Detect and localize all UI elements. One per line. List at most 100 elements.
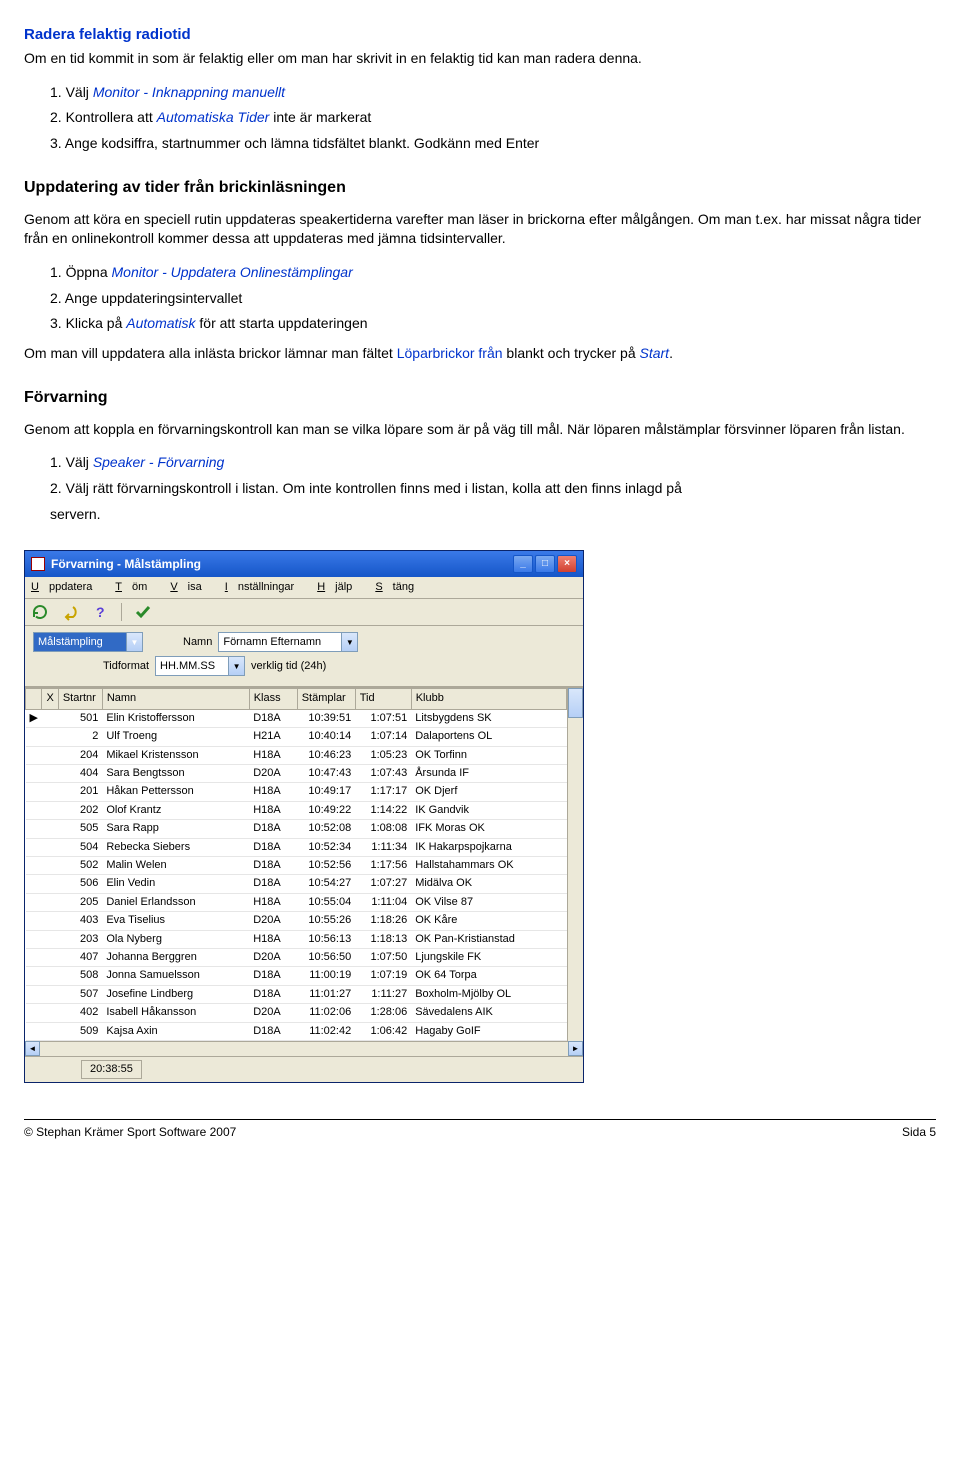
t: Om man vill uppdatera alla inlästa brick… bbox=[24, 345, 397, 361]
help-icon[interactable]: ? bbox=[91, 603, 109, 621]
table-row[interactable]: 504Rebecka SiebersD18A10:52:341:11:34IK … bbox=[26, 838, 567, 856]
link-speaker-forvarning: Speaker - Förvarning bbox=[93, 454, 225, 470]
cell-startnr: 201 bbox=[58, 783, 102, 801]
cell-klubb: Boxholm-Mjölby OL bbox=[411, 985, 567, 1003]
th-tid[interactable]: Tid bbox=[355, 689, 411, 709]
cell-namn: Elin Vedin bbox=[102, 875, 249, 893]
table-row[interactable]: 2Ulf TroengH21A10:40:141:07:14Dalaporten… bbox=[26, 728, 567, 746]
table-row[interactable]: 509Kajsa AxinD18A11:02:421:06:42Hagaby G… bbox=[26, 1022, 567, 1040]
scroll-right-icon[interactable]: ► bbox=[568, 1041, 583, 1056]
maximize-button[interactable]: □ bbox=[535, 555, 555, 573]
row-marker bbox=[26, 801, 42, 819]
list3-item1: 1. Välj Speaker - Förvarning bbox=[50, 453, 936, 473]
cell-namn: Mikael Kristensson bbox=[102, 746, 249, 764]
heading-uppdatering: Uppdatering av tider från brickinläsning… bbox=[24, 177, 936, 199]
menu-installningar[interactable]: Inställningar bbox=[225, 581, 304, 593]
table-row[interactable]: 402Isabell HåkanssonD20A11:02:061:28:06S… bbox=[26, 1004, 567, 1022]
th-klass[interactable]: Klass bbox=[249, 689, 297, 709]
cell-klass: D18A bbox=[249, 820, 297, 838]
form-area: Målstämpling▼ Namn Förnamn Efternamn▼ Ti… bbox=[25, 626, 583, 687]
cell-klass: D18A bbox=[249, 709, 297, 727]
table-row[interactable]: 508Jonna SamuelssonD18A11:00:191:07:19OK… bbox=[26, 967, 567, 985]
combo-namn[interactable]: Förnamn Efternamn▼ bbox=[218, 632, 358, 652]
refresh-icon[interactable] bbox=[31, 603, 49, 621]
row-marker bbox=[26, 1004, 42, 1022]
list3-item3: servern. bbox=[50, 505, 936, 525]
th-namn[interactable]: Namn bbox=[102, 689, 249, 709]
combo-tidformat[interactable]: HH.MM.SS▼ bbox=[155, 656, 245, 676]
cell-klubb: Ljungskile FK bbox=[411, 948, 567, 966]
undo-icon[interactable] bbox=[61, 603, 79, 621]
scroll-thumb[interactable] bbox=[568, 688, 583, 718]
cell-klubb: OK Djerf bbox=[411, 783, 567, 801]
cell-x bbox=[42, 967, 58, 985]
th-stamplar[interactable]: Stämplar bbox=[297, 689, 355, 709]
cell-tid: 1:07:51 bbox=[355, 709, 411, 727]
table-row[interactable]: 506Elin VedinD18A10:54:271:07:27Midälva … bbox=[26, 875, 567, 893]
horizontal-scrollbar[interactable]: ◄ ► bbox=[25, 1041, 583, 1056]
cell-tid: 1:07:43 bbox=[355, 765, 411, 783]
cell-klass: D18A bbox=[249, 967, 297, 985]
cell-x bbox=[42, 709, 58, 727]
menu-hjalp[interactable]: Hjälp bbox=[317, 581, 362, 593]
table-row[interactable]: 201Håkan PetterssonH18A10:49:171:17:17OK… bbox=[26, 783, 567, 801]
table-row[interactable]: 202Olof KrantzH18A10:49:221:14:22IK Gand… bbox=[26, 801, 567, 819]
scroll-left-icon[interactable]: ◄ bbox=[25, 1041, 40, 1056]
cell-startnr: 507 bbox=[58, 985, 102, 1003]
cell-startnr: 205 bbox=[58, 893, 102, 911]
table-row[interactable]: 403Eva TiseliusD20A10:55:261:18:26OK Kår… bbox=[26, 912, 567, 930]
cell-stamplar: 10:52:08 bbox=[297, 820, 355, 838]
menu-stang[interactable]: Stäng bbox=[375, 581, 424, 593]
menu-tom[interactable]: Töm bbox=[115, 581, 157, 593]
table-row[interactable]: 507Josefine LindbergD18A11:01:271:11:27B… bbox=[26, 985, 567, 1003]
cell-klubb: Hallstahammars OK bbox=[411, 857, 567, 875]
check-icon[interactable] bbox=[134, 603, 152, 621]
cell-klass: H21A bbox=[249, 728, 297, 746]
cell-stamplar: 10:46:23 bbox=[297, 746, 355, 764]
th-klubb[interactable]: Klubb bbox=[411, 689, 567, 709]
table-row[interactable]: ▶501Elin KristofferssonD18A10:39:511:07:… bbox=[26, 709, 567, 727]
th-marker[interactable] bbox=[26, 689, 42, 709]
table-row[interactable]: 204Mikael KristenssonH18A10:46:231:05:23… bbox=[26, 746, 567, 764]
row-marker bbox=[26, 893, 42, 911]
list1-item1: 1. Välj Monitor - Inknappning manuellt bbox=[50, 83, 936, 103]
menu-uppdatera[interactable]: Uppdatera bbox=[31, 581, 102, 593]
titlebar[interactable]: Förvarning - Målstämpling _ □ × bbox=[25, 551, 583, 577]
combo-kontroll[interactable]: Målstämpling▼ bbox=[33, 632, 143, 652]
cell-startnr: 404 bbox=[58, 765, 102, 783]
cell-x bbox=[42, 820, 58, 838]
intro-radera: Om en tid kommit in som är felaktig elle… bbox=[24, 49, 936, 69]
row-marker bbox=[26, 875, 42, 893]
th-startnr[interactable]: Startnr bbox=[58, 689, 102, 709]
combo-tidformat-value: HH.MM.SS bbox=[160, 659, 215, 674]
row-marker bbox=[26, 1022, 42, 1040]
t: 1. Välj bbox=[50, 454, 93, 470]
cell-klubb: Hagaby GoIF bbox=[411, 1022, 567, 1040]
table-row[interactable]: 502Malin WelenD18A10:52:561:17:56Hallsta… bbox=[26, 857, 567, 875]
vertical-scrollbar[interactable] bbox=[567, 688, 583, 1040]
cell-klass: D20A bbox=[249, 948, 297, 966]
cell-tid: 1:11:34 bbox=[355, 838, 411, 856]
cell-klubb: OK Pan-Kristianstad bbox=[411, 930, 567, 948]
cell-x bbox=[42, 857, 58, 875]
cell-startnr: 204 bbox=[58, 746, 102, 764]
cell-x bbox=[42, 1004, 58, 1022]
cell-tid: 1:17:56 bbox=[355, 857, 411, 875]
table-row[interactable]: 404Sara BengtssonD20A10:47:431:07:43Årsu… bbox=[26, 765, 567, 783]
cell-namn: Sara Rapp bbox=[102, 820, 249, 838]
cell-namn: Rebecka Siebers bbox=[102, 838, 249, 856]
minimize-button[interactable]: _ bbox=[513, 555, 533, 573]
table-row[interactable]: 205Daniel ErlandssonH18A10:55:041:11:04O… bbox=[26, 893, 567, 911]
cell-klass: D20A bbox=[249, 912, 297, 930]
cell-stamplar: 10:39:51 bbox=[297, 709, 355, 727]
table-row[interactable]: 505Sara RappD18A10:52:081:08:08IFK Moras… bbox=[26, 820, 567, 838]
menu-visa[interactable]: Visa bbox=[170, 581, 211, 593]
table-row[interactable]: 203Ola NybergH18A10:56:131:18:13OK Pan-K… bbox=[26, 930, 567, 948]
combo-namn-value: Förnamn Efternamn bbox=[223, 635, 321, 650]
close-button[interactable]: × bbox=[557, 555, 577, 573]
th-x[interactable]: X bbox=[42, 689, 58, 709]
data-table: X Startnr Namn Klass Stämplar Tid Klubb … bbox=[25, 688, 567, 1040]
t: . bbox=[669, 345, 673, 361]
table-row[interactable]: 407Johanna BerggrenD20A10:56:501:07:50Lj… bbox=[26, 948, 567, 966]
row-marker bbox=[26, 746, 42, 764]
